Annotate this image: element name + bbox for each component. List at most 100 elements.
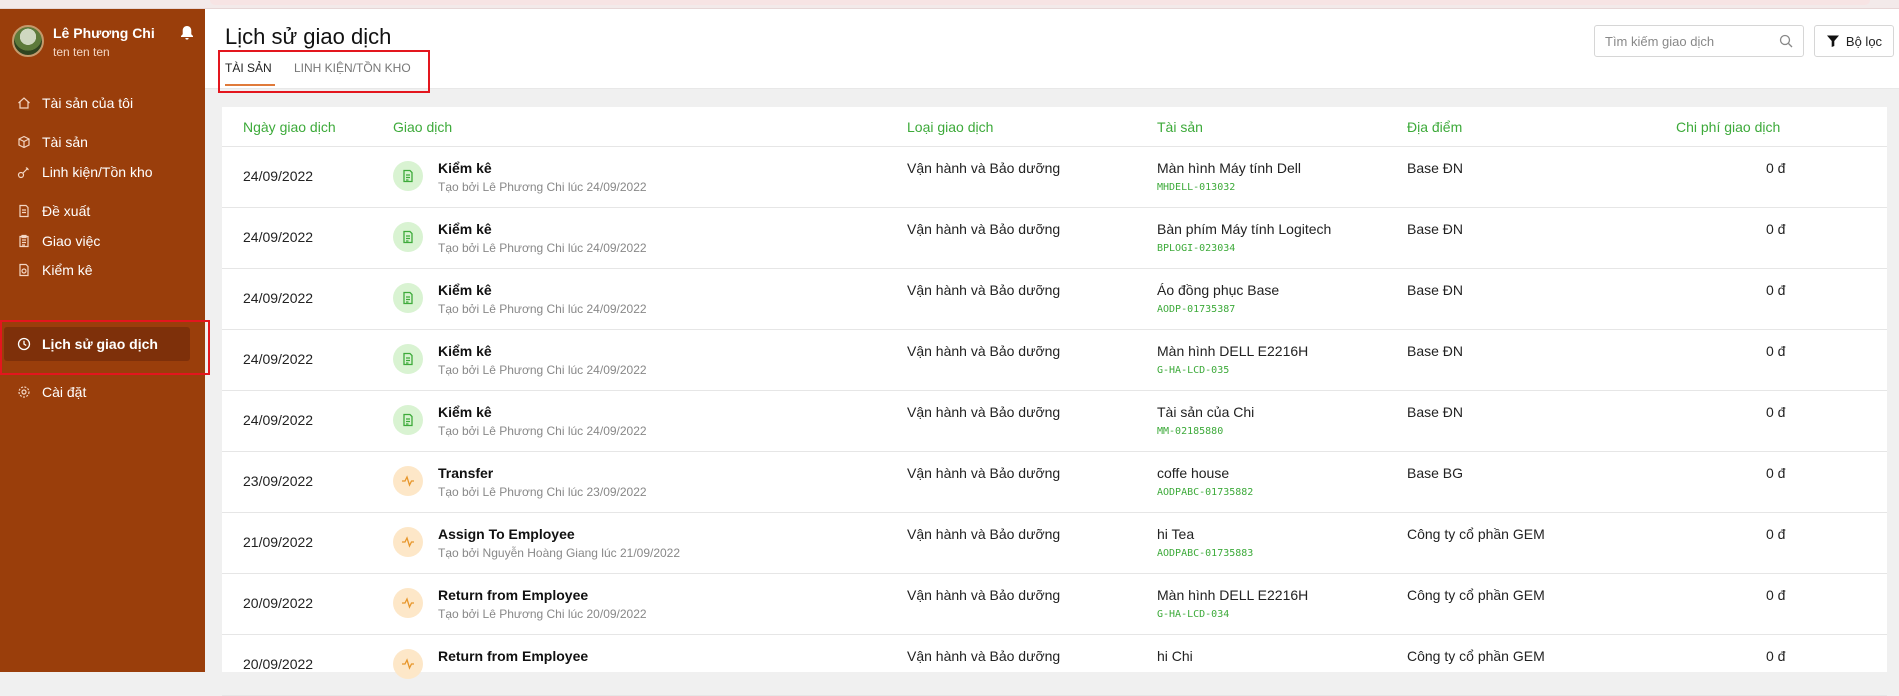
column-header-type[interactable]: Loại giao dịch	[907, 119, 993, 135]
user-profile[interactable]: Lê Phương Chi ten ten ten	[12, 23, 197, 73]
avatar[interactable]	[12, 25, 44, 57]
cell-location: Công ty cổ phần GEM	[1407, 587, 1545, 603]
cell-asset-name[interactable]: Tài sản của Chi	[1157, 404, 1254, 420]
sidebar-item-settings[interactable]: Cài đặt	[0, 375, 205, 409]
sidebar-item-proposals[interactable]: Đề xuất	[0, 194, 205, 228]
cell-asset-name[interactable]: Màn hình Máy tính Dell	[1157, 160, 1301, 176]
bell-icon[interactable]	[180, 25, 194, 41]
sidebar-item-parts-inventory[interactable]: Linh kiện/Tồn kho	[0, 155, 205, 189]
user-subtitle: ten ten ten	[53, 45, 110, 59]
cell-asset-code[interactable]: G-HA-LCD-035	[1157, 365, 1229, 376]
cell-transaction-creator: Tạo bởi Lê Phương Chi lúc 24/09/2022	[438, 302, 647, 316]
column-header-location[interactable]: Địa điểm	[1407, 119, 1462, 135]
audit-icon	[393, 283, 423, 313]
window-top-bar	[210, 0, 1870, 5]
cell-date: 24/09/2022	[243, 412, 314, 428]
column-header-date[interactable]: Ngày giao dịch	[243, 119, 336, 135]
sidebar-item-my-assets[interactable]: Tài sản của tôi	[0, 86, 205, 120]
table-row[interactable]: 24/09/2022 Kiểm kê Tạo bởi Lê Phương Chi l…	[222, 391, 1887, 452]
cell-asset-name[interactable]: hi Chi	[1157, 648, 1193, 664]
table-row[interactable]: 20/09/2022 Return from Employee Vận hành v…	[222, 635, 1887, 696]
column-header-asset[interactable]: Tài sản	[1157, 119, 1203, 135]
sidebar-item-label: Kiểm kê	[42, 262, 93, 278]
cell-transaction-name[interactable]: Kiểm kê	[438, 160, 492, 176]
cell-asset-name[interactable]: Bàn phím Máy tính Logitech	[1157, 221, 1331, 237]
cell-transaction-creator: Tạo bởi Lê Phương Chi lúc 24/09/2022	[438, 241, 647, 255]
column-header-transaction[interactable]: Giao dịch	[393, 119, 452, 135]
cell-transaction-type: Vận hành và Bảo dưỡng	[907, 282, 1061, 298]
cell-date: 24/09/2022	[243, 290, 314, 306]
cell-transaction-type: Vận hành và Bảo dưỡng	[907, 221, 1061, 237]
cell-location: Công ty cổ phần GEM	[1407, 526, 1545, 542]
cell-asset-code[interactable]: AODPABC-01735883	[1157, 548, 1253, 559]
page-header: Lịch sử giao dịch TÀI SẢN LINH KIỆN/TỒN …	[205, 9, 1899, 89]
search-input[interactable]	[1595, 26, 1775, 56]
cell-location: Base ĐN	[1407, 282, 1464, 298]
cell-cost: 0 đ	[1766, 465, 1786, 481]
activity-icon	[393, 588, 423, 618]
cell-transaction-type: Vận hành và Bảo dưỡng	[907, 648, 1061, 664]
cell-cost: 0 đ	[1766, 160, 1786, 176]
filter-button[interactable]: Bộ lọc	[1814, 25, 1894, 57]
cell-transaction-creator: Tạo bởi Lê Phương Chi lúc 24/09/2022	[438, 363, 647, 377]
table-row[interactable]: 24/09/2022 Kiểm kê Tạo bởi Lê Phương Chi l…	[222, 147, 1887, 208]
column-header-cost[interactable]: Chi phí giao dịch	[1676, 119, 1780, 135]
cell-asset-code[interactable]: MHDELL-013032	[1157, 182, 1235, 193]
table-row[interactable]: 24/09/2022 Kiểm kê Tạo bởi Lê Phương Chi l…	[222, 269, 1887, 330]
cell-asset-code[interactable]: AODP-01735387	[1157, 304, 1235, 315]
table-row[interactable]: 20/09/2022 Return from Employee Tạo bởi Lê…	[222, 574, 1887, 635]
cell-transaction-creator: Tạo bởi Nguyễn Hoàng Giang lúc 21/09/202…	[438, 546, 681, 560]
audit-icon	[393, 161, 423, 191]
box-icon	[16, 134, 32, 150]
cell-location: Base ĐN	[1407, 160, 1464, 176]
cell-transaction-name[interactable]: Kiểm kê	[438, 343, 492, 359]
cell-location: Base ĐN	[1407, 404, 1464, 420]
cell-transaction-creator: Tạo bởi Lê Phương Chi lúc 23/09/2022	[438, 485, 647, 499]
sidebar-item-label: Linh kiện/Tồn kho	[42, 164, 153, 180]
home-icon	[16, 95, 32, 111]
cell-cost: 0 đ	[1766, 221, 1786, 237]
cell-cost: 0 đ	[1766, 404, 1786, 420]
cell-location: Công ty cổ phần GEM	[1407, 648, 1545, 664]
table-row[interactable]: 23/09/2022 Transfer Tạo bởi Lê Phương Chi …	[222, 452, 1887, 513]
audit-icon	[16, 262, 32, 278]
sidebar-item-label: Cài đặt	[42, 384, 87, 400]
search-box[interactable]	[1594, 25, 1804, 57]
search-icon[interactable]	[1779, 34, 1793, 48]
cell-date: 23/09/2022	[243, 473, 314, 489]
cell-asset-name[interactable]: Màn hình DELL E2216H	[1157, 587, 1308, 603]
cell-transaction-name[interactable]: Kiểm kê	[438, 282, 492, 298]
table-row[interactable]: 24/09/2022 Kiểm kê Tạo bởi Lê Phương Chi l…	[222, 208, 1887, 269]
page-title: Lịch sử giao dịch	[225, 24, 392, 49]
sidebar-item-assets[interactable]: Tài sản	[0, 125, 205, 159]
cell-transaction-name[interactable]: Assign To Employee	[438, 526, 575, 542]
cell-location: Base ĐN	[1407, 343, 1464, 359]
cell-asset-name[interactable]: Màn hình DELL E2216H	[1157, 343, 1308, 359]
cell-asset-code[interactable]: G-HA-LCD-034	[1157, 609, 1229, 620]
cell-transaction-name[interactable]: Kiểm kê	[438, 404, 492, 420]
cell-location: Base ĐN	[1407, 221, 1464, 237]
transactions-table: Ngày giao dịch Giao dịch Loại giao dịch …	[222, 107, 1887, 696]
cell-transaction-name[interactable]: Transfer	[438, 465, 493, 481]
cell-asset-code[interactable]: AODPABC-01735882	[1157, 487, 1253, 498]
sidebar-item-label: Đề xuất	[42, 203, 91, 219]
cell-transaction-name[interactable]: Return from Employee	[438, 587, 588, 603]
cell-cost: 0 đ	[1766, 526, 1786, 542]
table-row[interactable]: 24/09/2022 Kiểm kê Tạo bởi Lê Phương Chi l…	[222, 330, 1887, 391]
sidebar-item-audit[interactable]: Kiểm kê	[0, 253, 205, 287]
audit-icon	[393, 405, 423, 435]
cell-transaction-name[interactable]: Return from Employee	[438, 648, 588, 664]
cell-transaction-creator: Tạo bởi Lê Phương Chi lúc 24/09/2022	[438, 424, 647, 438]
cell-cost: 0 đ	[1766, 587, 1786, 603]
cell-asset-name[interactable]: hi Tea	[1157, 526, 1194, 542]
table-row[interactable]: 21/09/2022 Assign To Employee Tạo bởi Nguy…	[222, 513, 1887, 574]
highlight-box-tabs	[218, 50, 430, 93]
cell-asset-name[interactable]: coffe house	[1157, 465, 1229, 481]
cell-asset-code[interactable]: BPLOGI-023034	[1157, 243, 1235, 254]
cell-transaction-type: Vận hành và Bảo dưỡng	[907, 465, 1061, 481]
sidebar-item-label: Giao việc	[42, 233, 101, 249]
cell-asset-name[interactable]: Áo đồng phục Base	[1157, 282, 1279, 298]
cell-cost: 0 đ	[1766, 343, 1786, 359]
cell-transaction-name[interactable]: Kiểm kê	[438, 221, 492, 237]
cell-asset-code[interactable]: MM-02185880	[1157, 426, 1223, 437]
